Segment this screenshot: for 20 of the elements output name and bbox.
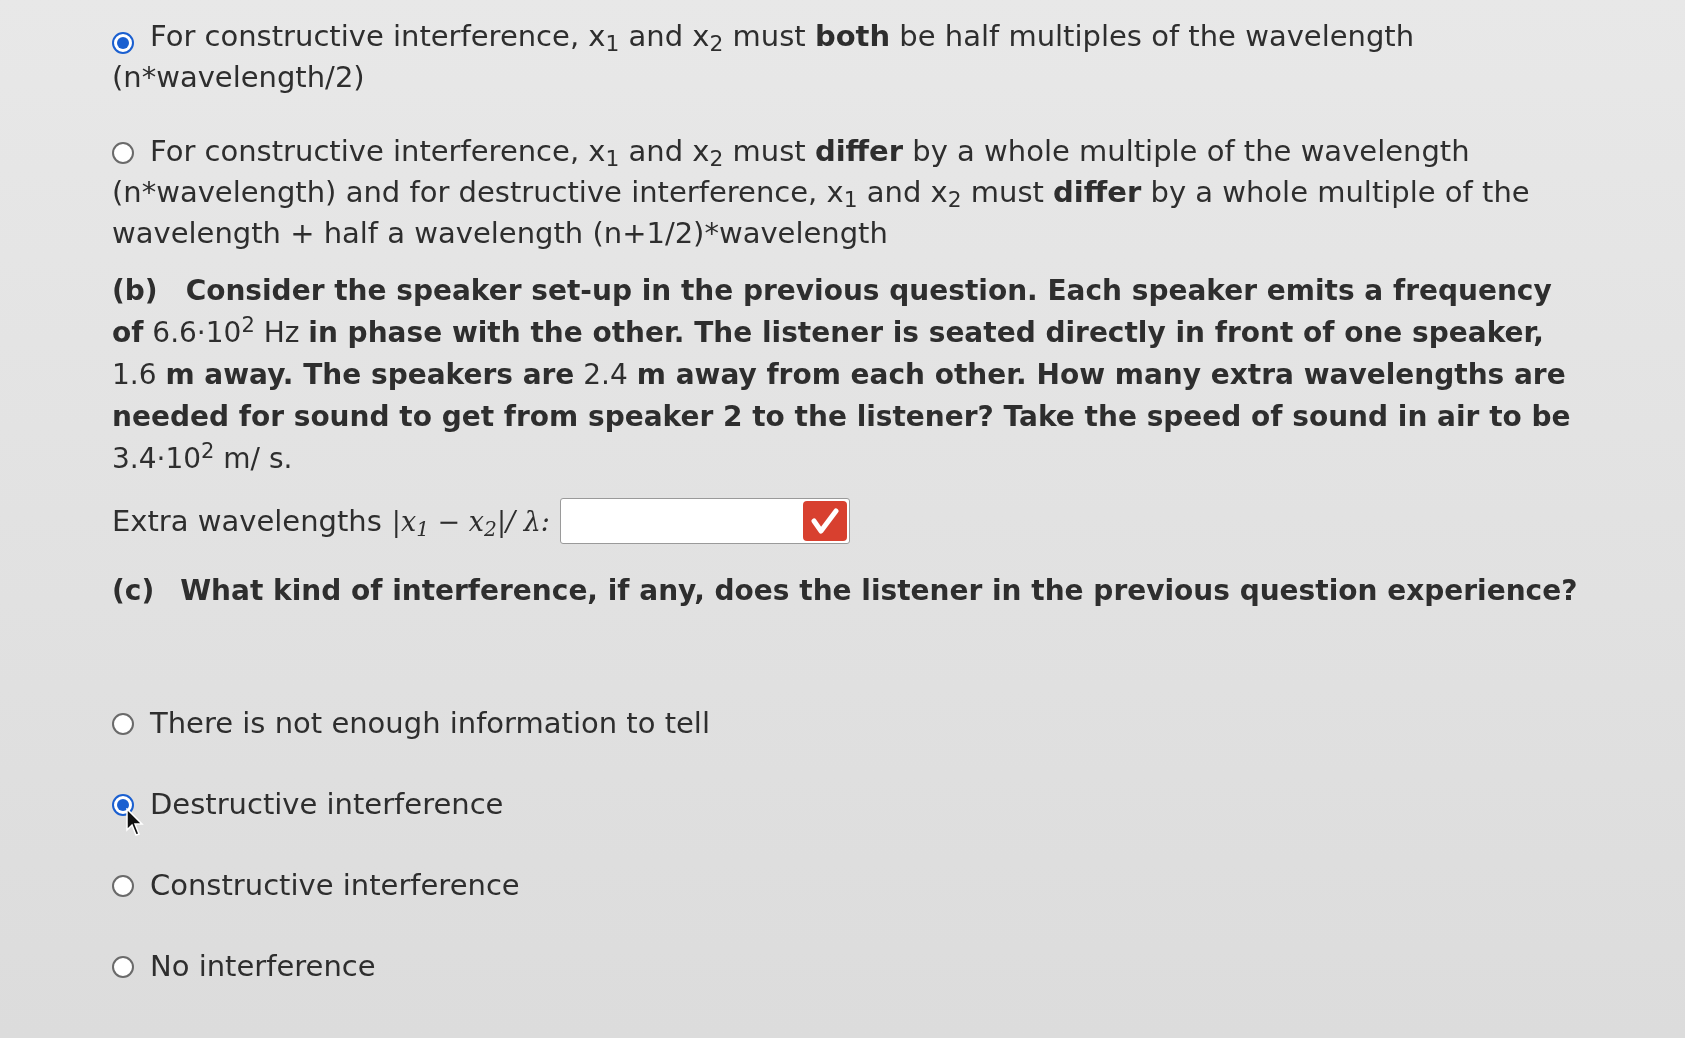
- radio-button[interactable]: [112, 142, 134, 164]
- question-text: (b) Consider the speaker set-up in the previous question. Each speaker emits a frequency of 6.6·10$^{2}$ Hz in phase with the other. The listener is seated directly in front of one speaker, 1.6 m away. The speakers are 2.4 m away from each other. How many extra wavelengths are needed for sound to get from speaker 2 to the listener? Take the speed of sound in air to be 3.4·10$^{2}$ m/ s.: [112, 273, 1572, 477]
- radio-option[interactable]: For constructive interference, x$_{1}$ and x$_{2}$ must both be half multiples of the wavelength (n*wavelength/2): [112, 16, 1532, 98]
- cursor-icon: [126, 808, 144, 836]
- radio-button[interactable]: [112, 874, 134, 897]
- answer-field[interactable]: [559, 498, 850, 544]
- option-text: No interference: [150, 948, 376, 985]
- radio-button[interactable]: [112, 712, 134, 735]
- check-button[interactable]: [802, 501, 847, 541]
- question-text: (c) What kind of interference, if any, does the listener in the previous question experience?: [112, 573, 1579, 609]
- formula-text: |x$_{1}$ − x$_{2}$|/ λ:: [391, 504, 550, 542]
- radio-button[interactable]: [112, 793, 134, 816]
- answer-label: Extra wavelengths: [112, 502, 382, 540]
- option-text: Constructive interference: [150, 867, 520, 904]
- option-text: Destructive interference: [150, 786, 504, 823]
- radio-button[interactable]: [112, 955, 134, 978]
- radio-button[interactable]: [112, 32, 134, 54]
- checkmark-icon: [809, 506, 840, 536]
- option-text: There is not enough information to tell: [150, 705, 710, 742]
- radio-option[interactable]: For constructive interference, x$_{1}$ and x$_{2}$ must differ by a whole multiple of the wavelength (n*wavelength) and for destructive interference, x$_{1}$ and x$_{2}$ must differ by a whole multiple of the wavelength + half a wavelength (n+1/2)*wavelength: [112, 131, 1532, 254]
